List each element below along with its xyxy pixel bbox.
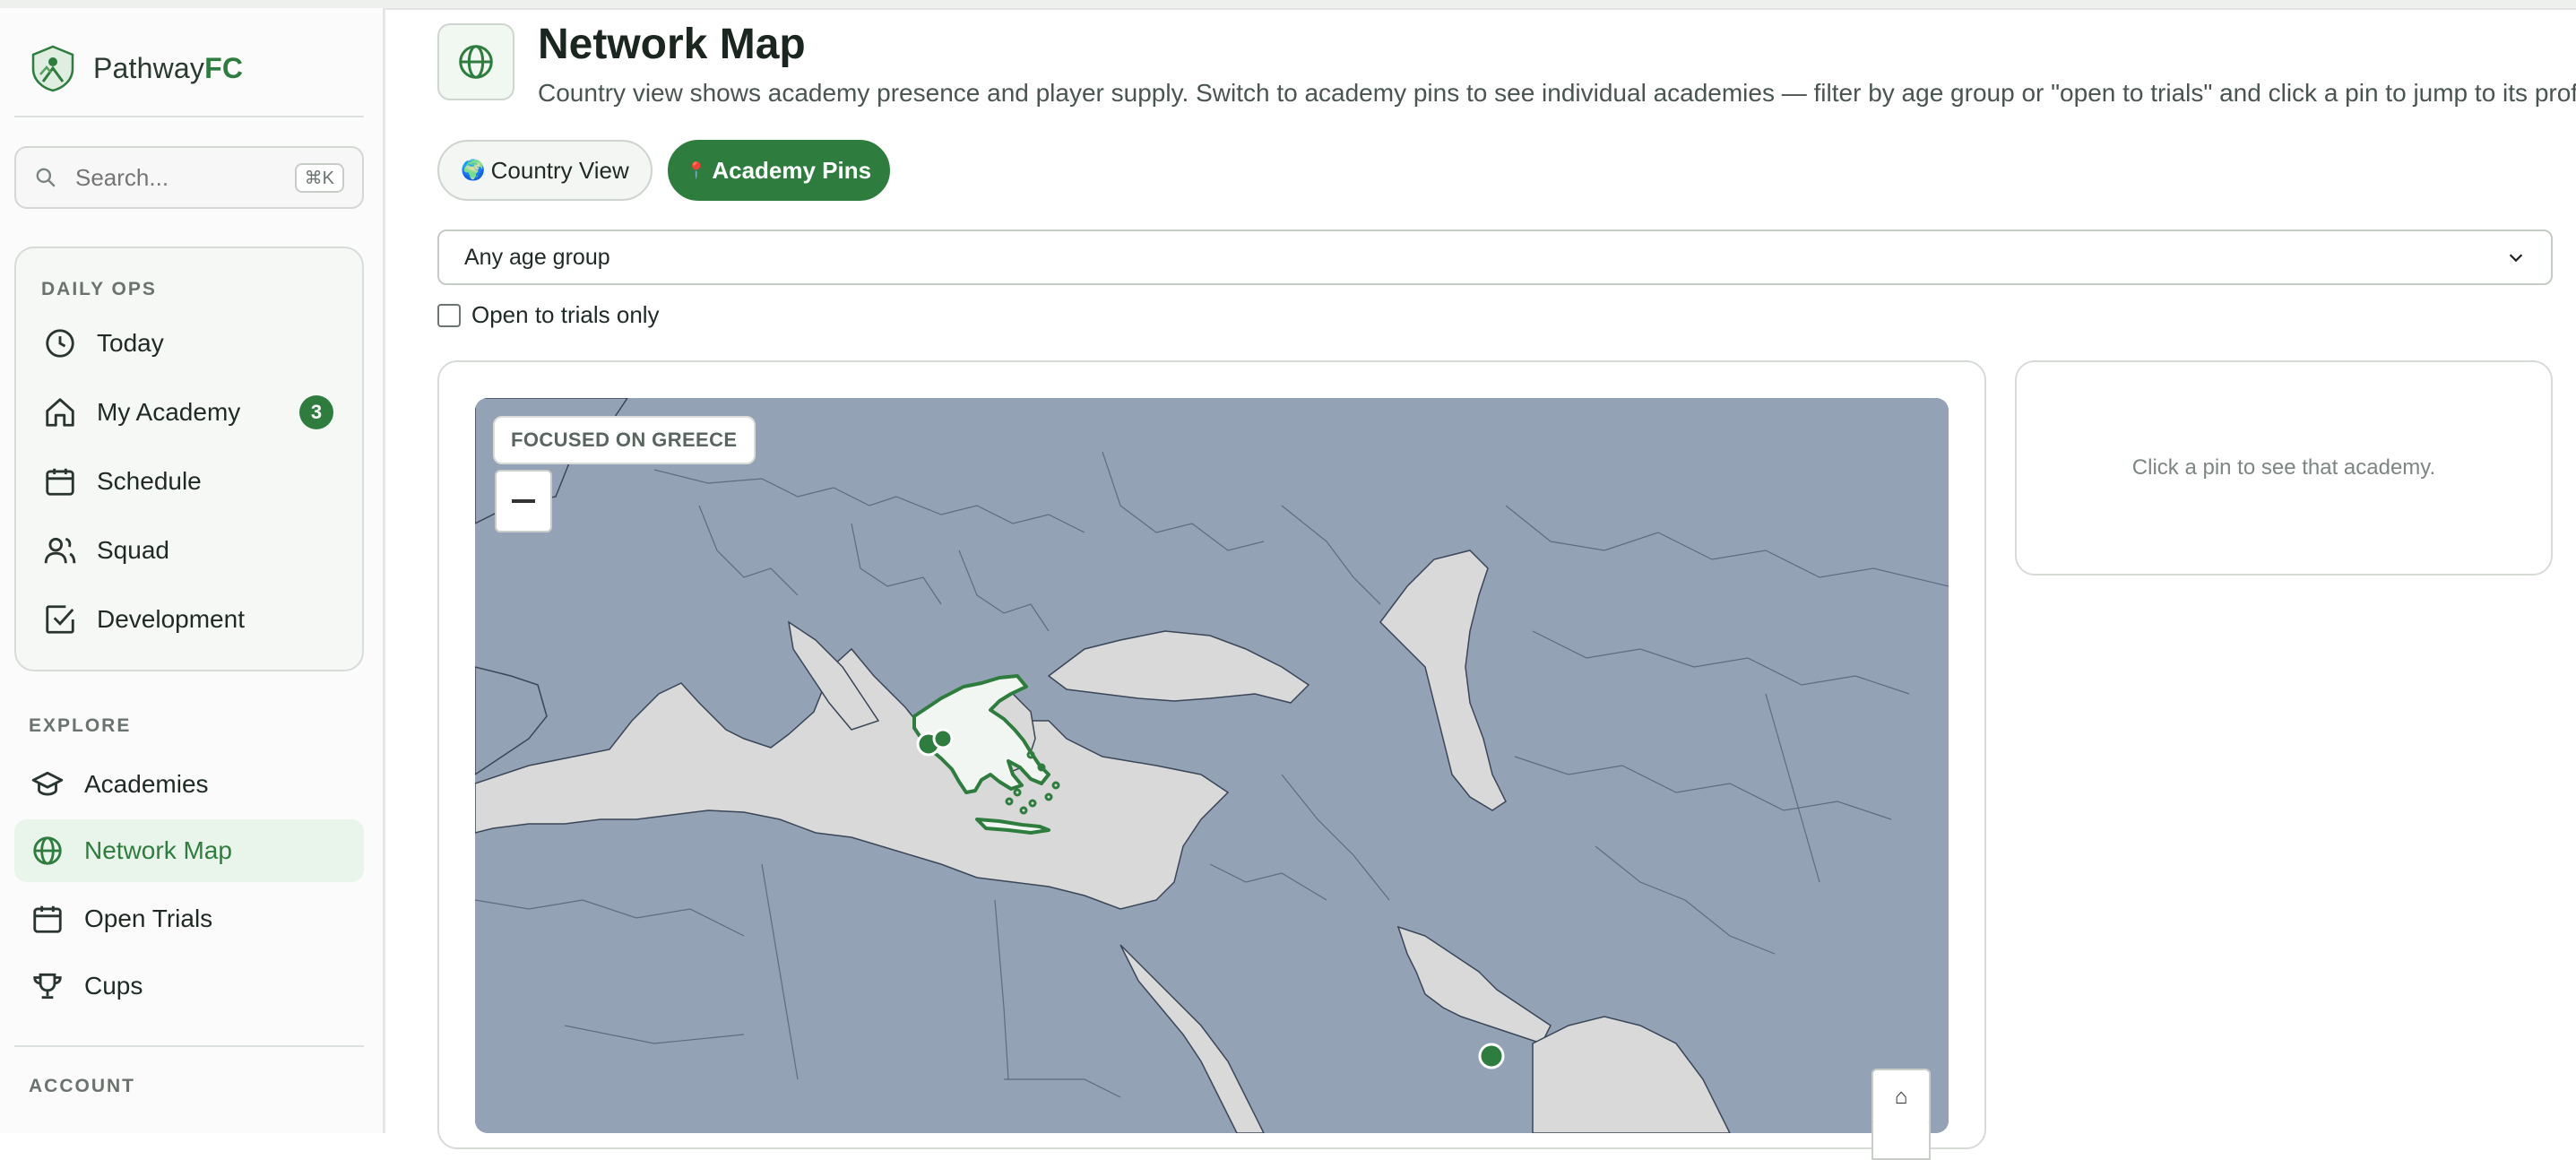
academy-pins-button[interactable]: 📍 Academy Pins: [668, 140, 890, 201]
sidebar-item-squad[interactable]: Squad: [43, 533, 169, 567]
sidebar-item-label: Today: [97, 329, 164, 357]
sidebar-item-schedule[interactable]: Schedule: [43, 464, 202, 498]
check-square-icon: [46, 605, 74, 634]
search-shortcut: ⌘K: [294, 162, 344, 193]
academy-detail-panel: Click a pin to see that academy.: [2015, 360, 2553, 576]
search-input[interactable]: [73, 162, 274, 193]
map-svg: [475, 398, 1949, 1133]
sidebar-item-label: Network Map: [84, 836, 232, 864]
graduation-cap-icon: [31, 771, 64, 796]
home-icon: [46, 398, 74, 427]
page-icon: [437, 23, 514, 100]
globe-icon: [459, 45, 493, 79]
country-view-label: Country View: [490, 156, 629, 184]
academy-pins-label: Academy Pins: [712, 156, 872, 184]
sidebar-item-label: Squad: [97, 536, 169, 564]
minus-icon: [512, 499, 535, 503]
divider: [14, 116, 364, 117]
brand[interactable]: PathwayFC: [29, 44, 243, 92]
top-border: [0, 0, 2576, 10]
search-icon: [36, 168, 56, 187]
section-label-account: ACCOUNT: [29, 1076, 135, 1096]
sidebar-item-network-map[interactable]: Network Map: [30, 834, 232, 868]
globe-emoji-icon: 🌍: [461, 159, 486, 181]
country-view-button[interactable]: 🌍 Country View: [437, 140, 653, 201]
sidebar-item-label: Development: [97, 605, 245, 633]
sidebar-item-today[interactable]: Today: [43, 326, 164, 360]
zoom-out-button[interactable]: [495, 470, 552, 532]
age-group-value: Any age group: [464, 244, 610, 270]
age-group-select[interactable]: Any age group: [437, 229, 2553, 285]
page-description: Country view shows academy presence and …: [538, 79, 2576, 107]
notification-badge: 3: [299, 395, 333, 429]
sidebar-item-label: My Academy: [97, 398, 241, 426]
page-title: Network Map: [538, 21, 806, 68]
sidebar-item-academies[interactable]: Academies: [30, 767, 209, 801]
trophy-icon: [33, 973, 62, 1000]
calendar-icon: [33, 905, 62, 933]
academy-pin[interactable]: [932, 728, 954, 749]
section-label-explore: EXPLORE: [29, 715, 132, 736]
pin-icon: 📍: [686, 160, 707, 179]
shield-logo-icon: [31, 45, 74, 92]
sidebar-item-development[interactable]: Development: [43, 602, 245, 636]
sidebar-item-label: Cups: [84, 972, 143, 1000]
open-to-trials-toggle[interactable]: Open to trials only: [437, 301, 660, 329]
search-box[interactable]: ⌘K: [14, 146, 364, 209]
brand-name: PathwayFC: [93, 51, 244, 84]
chevron-down-icon: [2509, 254, 2523, 263]
sidebar-item-label: Academies: [84, 770, 209, 798]
map-home-button[interactable]: ⌂: [1871, 1069, 1931, 1126]
sidebar-item-open-trials[interactable]: Open Trials: [30, 902, 212, 936]
section-label-daily-ops: DAILY OPS: [41, 279, 157, 299]
users-icon: [44, 537, 76, 564]
map-canvas[interactable]: [475, 398, 1949, 1133]
focus-chip: FOCUSED ON GREECE: [493, 416, 756, 464]
sidebar-item-label: Schedule: [97, 467, 202, 495]
detail-empty-text: Click a pin to see that academy.: [2131, 455, 2436, 480]
sidebar-item-label: Open Trials: [84, 905, 213, 932]
sidebar: PathwayFC ⌘K DAILY OPS: [0, 8, 385, 1133]
clock-icon: [46, 329, 74, 358]
calendar-icon: [46, 468, 74, 496]
sidebar-item-cups[interactable]: Cups: [30, 969, 143, 1003]
divider: [14, 1045, 364, 1047]
sidebar-item-my-academy[interactable]: My Academy: [43, 395, 240, 429]
academy-pin[interactable]: [1478, 1043, 1505, 1069]
open-to-trials-label: Open to trials only: [471, 301, 660, 328]
globe-icon: [33, 836, 62, 865]
map-control-lower[interactable]: [1871, 1122, 1931, 1160]
open-to-trials-checkbox[interactable]: [437, 303, 461, 327]
